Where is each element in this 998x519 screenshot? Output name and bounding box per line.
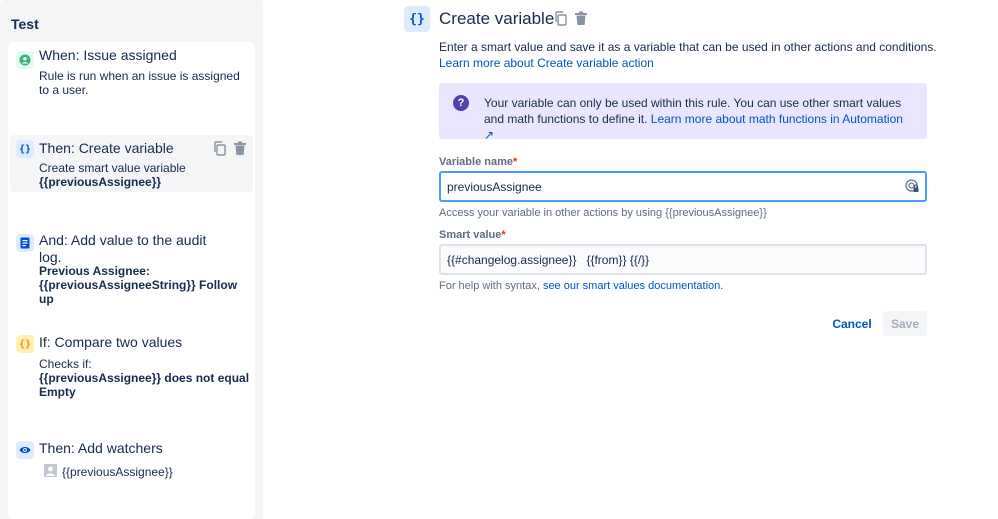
braces-icon: {} [16,140,34,158]
rule-component-list: When: Issue assigned Rule is run when an… [8,42,255,519]
eye-icon [16,441,34,459]
rule-title: Test [11,16,39,32]
info-panel: ? Your variable can only be used within … [439,83,927,142]
question-icon: ? [453,95,469,111]
component-title: Then: Add watchers [39,440,163,456]
smart-value-helper: For help with syntax, see our smart valu… [439,280,724,292]
component-title: If: Compare two values [39,334,183,350]
copy-icon[interactable] [554,11,568,31]
variable-name-label: Variable name* [439,156,518,168]
smart-value-input[interactable]: {{#changelog.assignee}} {{from}} {{/}} [439,244,927,275]
component-description: Rule is run when an issue is assigned to… [39,69,240,97]
variable-name-input[interactable]: previousAssignee [439,171,927,202]
component-create-variable[interactable]: {} Then: Create variable Create smart va… [10,135,253,192]
user-icon [16,51,34,69]
cancel-button[interactable]: Cancel [828,312,876,336]
document-icon [16,234,34,252]
braces-icon: {} [16,335,34,353]
password-manager-icon[interactable] [905,179,919,193]
component-title: And: Add value to the audit log. [39,232,207,265]
component-description: Checks if: {{previousAssignee}} does not… [39,357,250,399]
component-audit-log[interactable]: And: Add value to the audit log. Previou… [10,230,253,306]
component-description: Create smart value variable {{previousAs… [39,161,186,189]
save-button[interactable]: Save [883,311,927,336]
rule-panel: Test When: Issue assigned Rule is run wh… [0,0,263,519]
component-description: {{previousAssignee}} [44,464,256,480]
variable-name-helper: Access your variable in other actions by… [439,207,767,219]
smart-values-docs-link[interactable]: see our smart values documentation. [543,280,723,292]
header-actions [554,11,588,31]
variable-braces-icon: {} [404,6,430,32]
page-title: Create variable [439,9,555,28]
intro-text: Enter a smart value and save it as a var… [439,40,937,70]
component-title: Then: Create variable [39,140,174,156]
copy-icon[interactable] [213,141,227,161]
learn-more-create-variable-link[interactable]: Learn more about Create variable action [439,56,654,70]
component-add-watchers[interactable]: Then: Add watchers {{previousAssignee}} [10,438,253,488]
component-title: When: Issue assigned [39,47,177,63]
info-text: Your variable can only be used within th… [484,96,903,142]
component-description: Previous Assignee: {{previousAssigneeStr… [39,264,238,306]
trash-icon[interactable] [233,141,247,161]
component-condition[interactable]: {} If: Compare two values Checks if: {{p… [10,332,253,402]
smart-value-label: Smart value* [439,229,506,241]
trash-icon[interactable] [574,11,588,31]
component-trigger[interactable]: When: Issue assigned Rule is run when an… [10,42,253,110]
avatar [44,464,57,480]
component-actions [213,141,247,161]
